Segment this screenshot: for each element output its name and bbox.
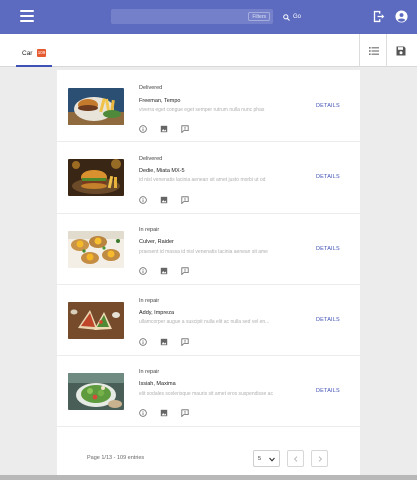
item-description: viverra eget congue eget semper rutrum n… — [139, 107, 265, 113]
info-icon[interactable] — [139, 338, 147, 346]
list-view-icon[interactable] — [369, 46, 379, 56]
item-title: Culver, Raider — [139, 239, 174, 245]
chevron-left-icon — [293, 456, 298, 462]
tab-car[interactable]: Car 109 — [16, 34, 52, 67]
go-label: Go — [293, 14, 302, 20]
next-page-button[interactable] — [311, 450, 328, 467]
count-badge: 109 — [37, 49, 46, 57]
save-icon[interactable] — [396, 46, 406, 56]
feedback-icon[interactable] — [181, 125, 189, 133]
status-label: In repair — [139, 369, 160, 375]
list-item: In repair Issiah, Maxima elit sodales sc… — [57, 355, 360, 427]
filter-button[interactable]: Filters — [248, 12, 270, 21]
item-description: ullamcorper augue a suscipit nulla elit … — [139, 319, 270, 325]
image-icon[interactable] — [160, 196, 168, 204]
account-circle-icon[interactable] — [395, 10, 408, 23]
info-icon[interactable] — [139, 267, 147, 275]
item-actions — [139, 409, 189, 417]
logout-icon[interactable] — [372, 10, 385, 23]
item-title: Freeman, Tempo — [139, 98, 181, 104]
page-size-select[interactable]: 5 — [253, 450, 280, 467]
previous-page-button[interactable] — [287, 450, 304, 467]
item-actions — [139, 196, 189, 204]
thumbnail-image — [68, 159, 124, 196]
image-icon[interactable] — [160, 125, 168, 133]
list-item: Delivered Freeman, Tempo viverra eget co… — [57, 70, 360, 142]
info-icon[interactable] — [139, 409, 147, 417]
info-icon[interactable] — [139, 196, 147, 204]
info-icon[interactable] — [139, 125, 147, 133]
thumbnail-image — [68, 302, 124, 339]
details-button[interactable]: DETAILS — [316, 174, 340, 180]
feedback-icon[interactable] — [181, 267, 189, 275]
details-button[interactable]: DETAILS — [316, 246, 340, 252]
item-description: praesent id massa id nisl venenatis laci… — [139, 249, 268, 255]
item-description: elit sodales scelerisque mauris sit amet… — [139, 391, 273, 397]
chevron-down-icon — [269, 457, 275, 462]
feedback-icon[interactable] — [181, 409, 189, 417]
item-title: Addy, Impreza — [139, 310, 175, 316]
list-item: In repair Addy, Impreza ullamcorper augu… — [57, 284, 360, 356]
image-icon[interactable] — [160, 338, 168, 346]
thumbnail-image — [68, 231, 124, 268]
image-icon[interactable] — [160, 409, 168, 417]
toolbar-divider — [386, 34, 387, 67]
thumbnail-image — [68, 373, 124, 410]
search-box[interactable]: Filters — [111, 9, 273, 24]
image-icon[interactable] — [160, 267, 168, 275]
app-bar: Filters Go — [0, 0, 417, 34]
thumbnail-image — [68, 88, 124, 125]
go-button[interactable]: Go — [283, 11, 301, 23]
pagination-info: Page 1/13 - 109 entries — [87, 455, 145, 461]
status-label: Delivered — [139, 156, 163, 162]
list-item: Delivered Dedie, Miata MX-5 id nisl vene… — [57, 142, 360, 214]
item-actions — [139, 338, 189, 346]
feedback-icon[interactable] — [181, 338, 189, 346]
tab-indicator — [16, 65, 52, 67]
item-actions — [139, 267, 189, 275]
toolbar-divider — [359, 34, 360, 67]
details-button[interactable]: DETAILS — [316, 103, 340, 109]
chevron-right-icon — [318, 456, 323, 462]
page-size-value: 5 — [258, 456, 262, 462]
status-label: In repair — [139, 227, 160, 233]
search-input[interactable] — [111, 9, 241, 24]
status-label: Delivered — [139, 85, 163, 91]
list-item: In repair Culver, Raider praesent id mas… — [57, 213, 360, 285]
tab-label: Car — [22, 50, 33, 57]
item-actions — [139, 125, 189, 133]
details-button[interactable]: DETAILS — [316, 317, 340, 323]
status-label: In repair — [139, 298, 160, 304]
item-title: Issiah, Maxima — [139, 381, 176, 387]
horizontal-scrollbar[interactable] — [0, 475, 417, 480]
toolbar: Car 109 — [0, 34, 417, 67]
menu-icon[interactable] — [20, 10, 34, 22]
records-list: Delivered Freeman, Tempo viverra eget co… — [57, 70, 360, 475]
feedback-icon[interactable] — [181, 196, 189, 204]
item-title: Dedie, Miata MX-5 — [139, 168, 185, 174]
search-icon — [283, 13, 290, 21]
item-description: id nisl venenatis lacinia aenean sit ame… — [139, 177, 266, 183]
details-button[interactable]: DETAILS — [316, 388, 340, 394]
